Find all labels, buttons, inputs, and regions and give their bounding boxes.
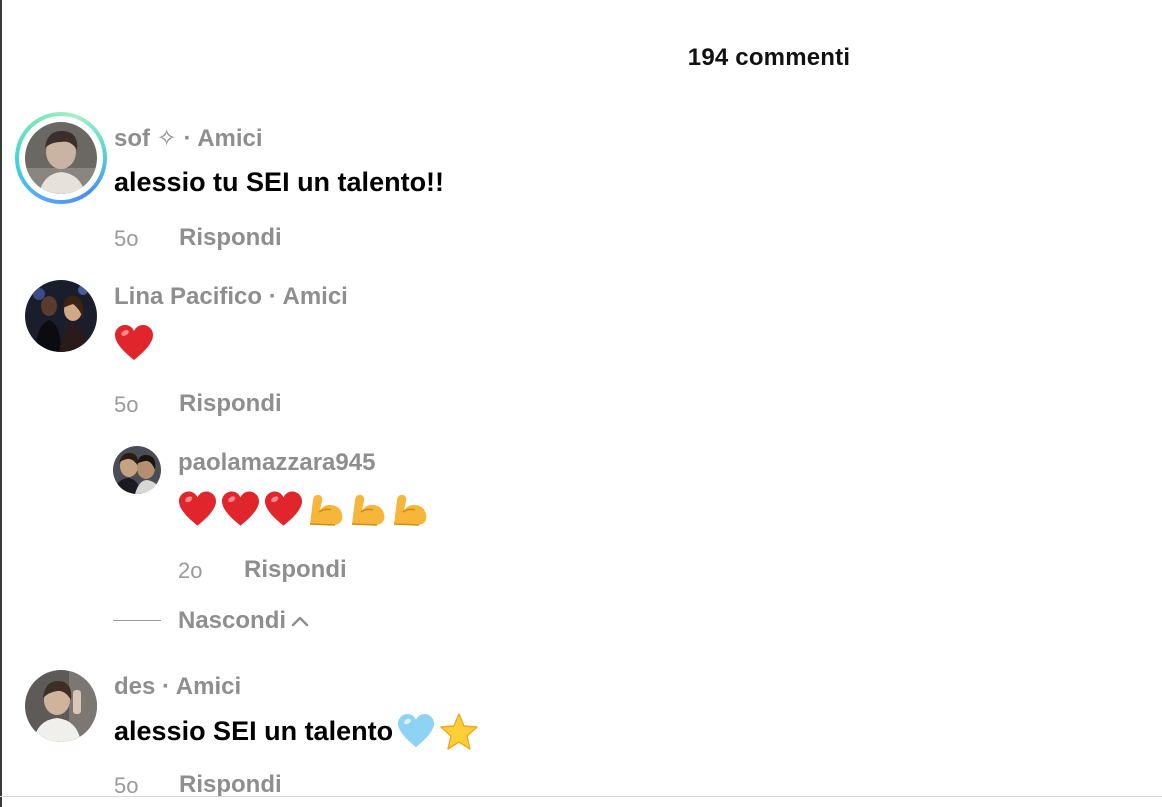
avatar[interactable]	[25, 122, 97, 194]
avatar-photo	[25, 670, 97, 742]
hide-replies-label: Nascondi	[178, 607, 287, 634]
reply-time: 2o	[178, 558, 203, 583]
flexed-biceps-icon	[351, 494, 385, 526]
light-blue-heart-icon	[398, 713, 435, 748]
hide-replies-button[interactable]: Nascondi	[178, 607, 310, 635]
reply-button[interactable]: Rispondi	[179, 224, 282, 252]
avatar[interactable]	[25, 670, 97, 742]
window-left-border	[0, 0, 2, 807]
heart-icon	[221, 491, 260, 526]
comments-count-title: 194 commenti	[687, 44, 851, 71]
reply-username[interactable]: paolamazzara945	[178, 449, 375, 477]
avatar-photo	[25, 122, 97, 194]
comment-text: alessio tu SEI un talento!!	[114, 167, 445, 197]
comment-text-label: alessio SEI un talento	[114, 715, 394, 746]
flexed-biceps-icon	[309, 494, 343, 526]
heart-icon	[115, 325, 153, 360]
bottom-divider	[0, 796, 1162, 797]
avatar[interactable]	[25, 280, 97, 352]
comment-username[interactable]: des · Amici	[114, 673, 241, 701]
comment-username[interactable]: Lina Pacifico · Amici	[114, 283, 348, 311]
heart-icon	[264, 491, 303, 526]
comment-time: 5o	[114, 392, 139, 417]
reply-button[interactable]: Rispondi	[244, 556, 347, 584]
avatar[interactable]	[113, 446, 161, 494]
chevron-up-icon	[291, 616, 309, 627]
flexed-biceps-icon	[393, 494, 427, 526]
reply-button[interactable]: Rispondi	[179, 771, 282, 799]
avatar-photo	[113, 446, 161, 494]
avatar-photo	[25, 280, 97, 352]
reply-text	[178, 490, 429, 528]
comment-username[interactable]: sof ✧ · Amici	[114, 124, 263, 153]
comment-time: 5o	[114, 226, 139, 251]
star-icon	[440, 713, 478, 750]
heart-icon	[178, 491, 217, 526]
replies-divider	[113, 620, 161, 621]
comment-text	[114, 324, 154, 362]
reply-button[interactable]: Rispondi	[179, 390, 282, 418]
comment-text: alessio SEI un talento	[114, 712, 479, 750]
